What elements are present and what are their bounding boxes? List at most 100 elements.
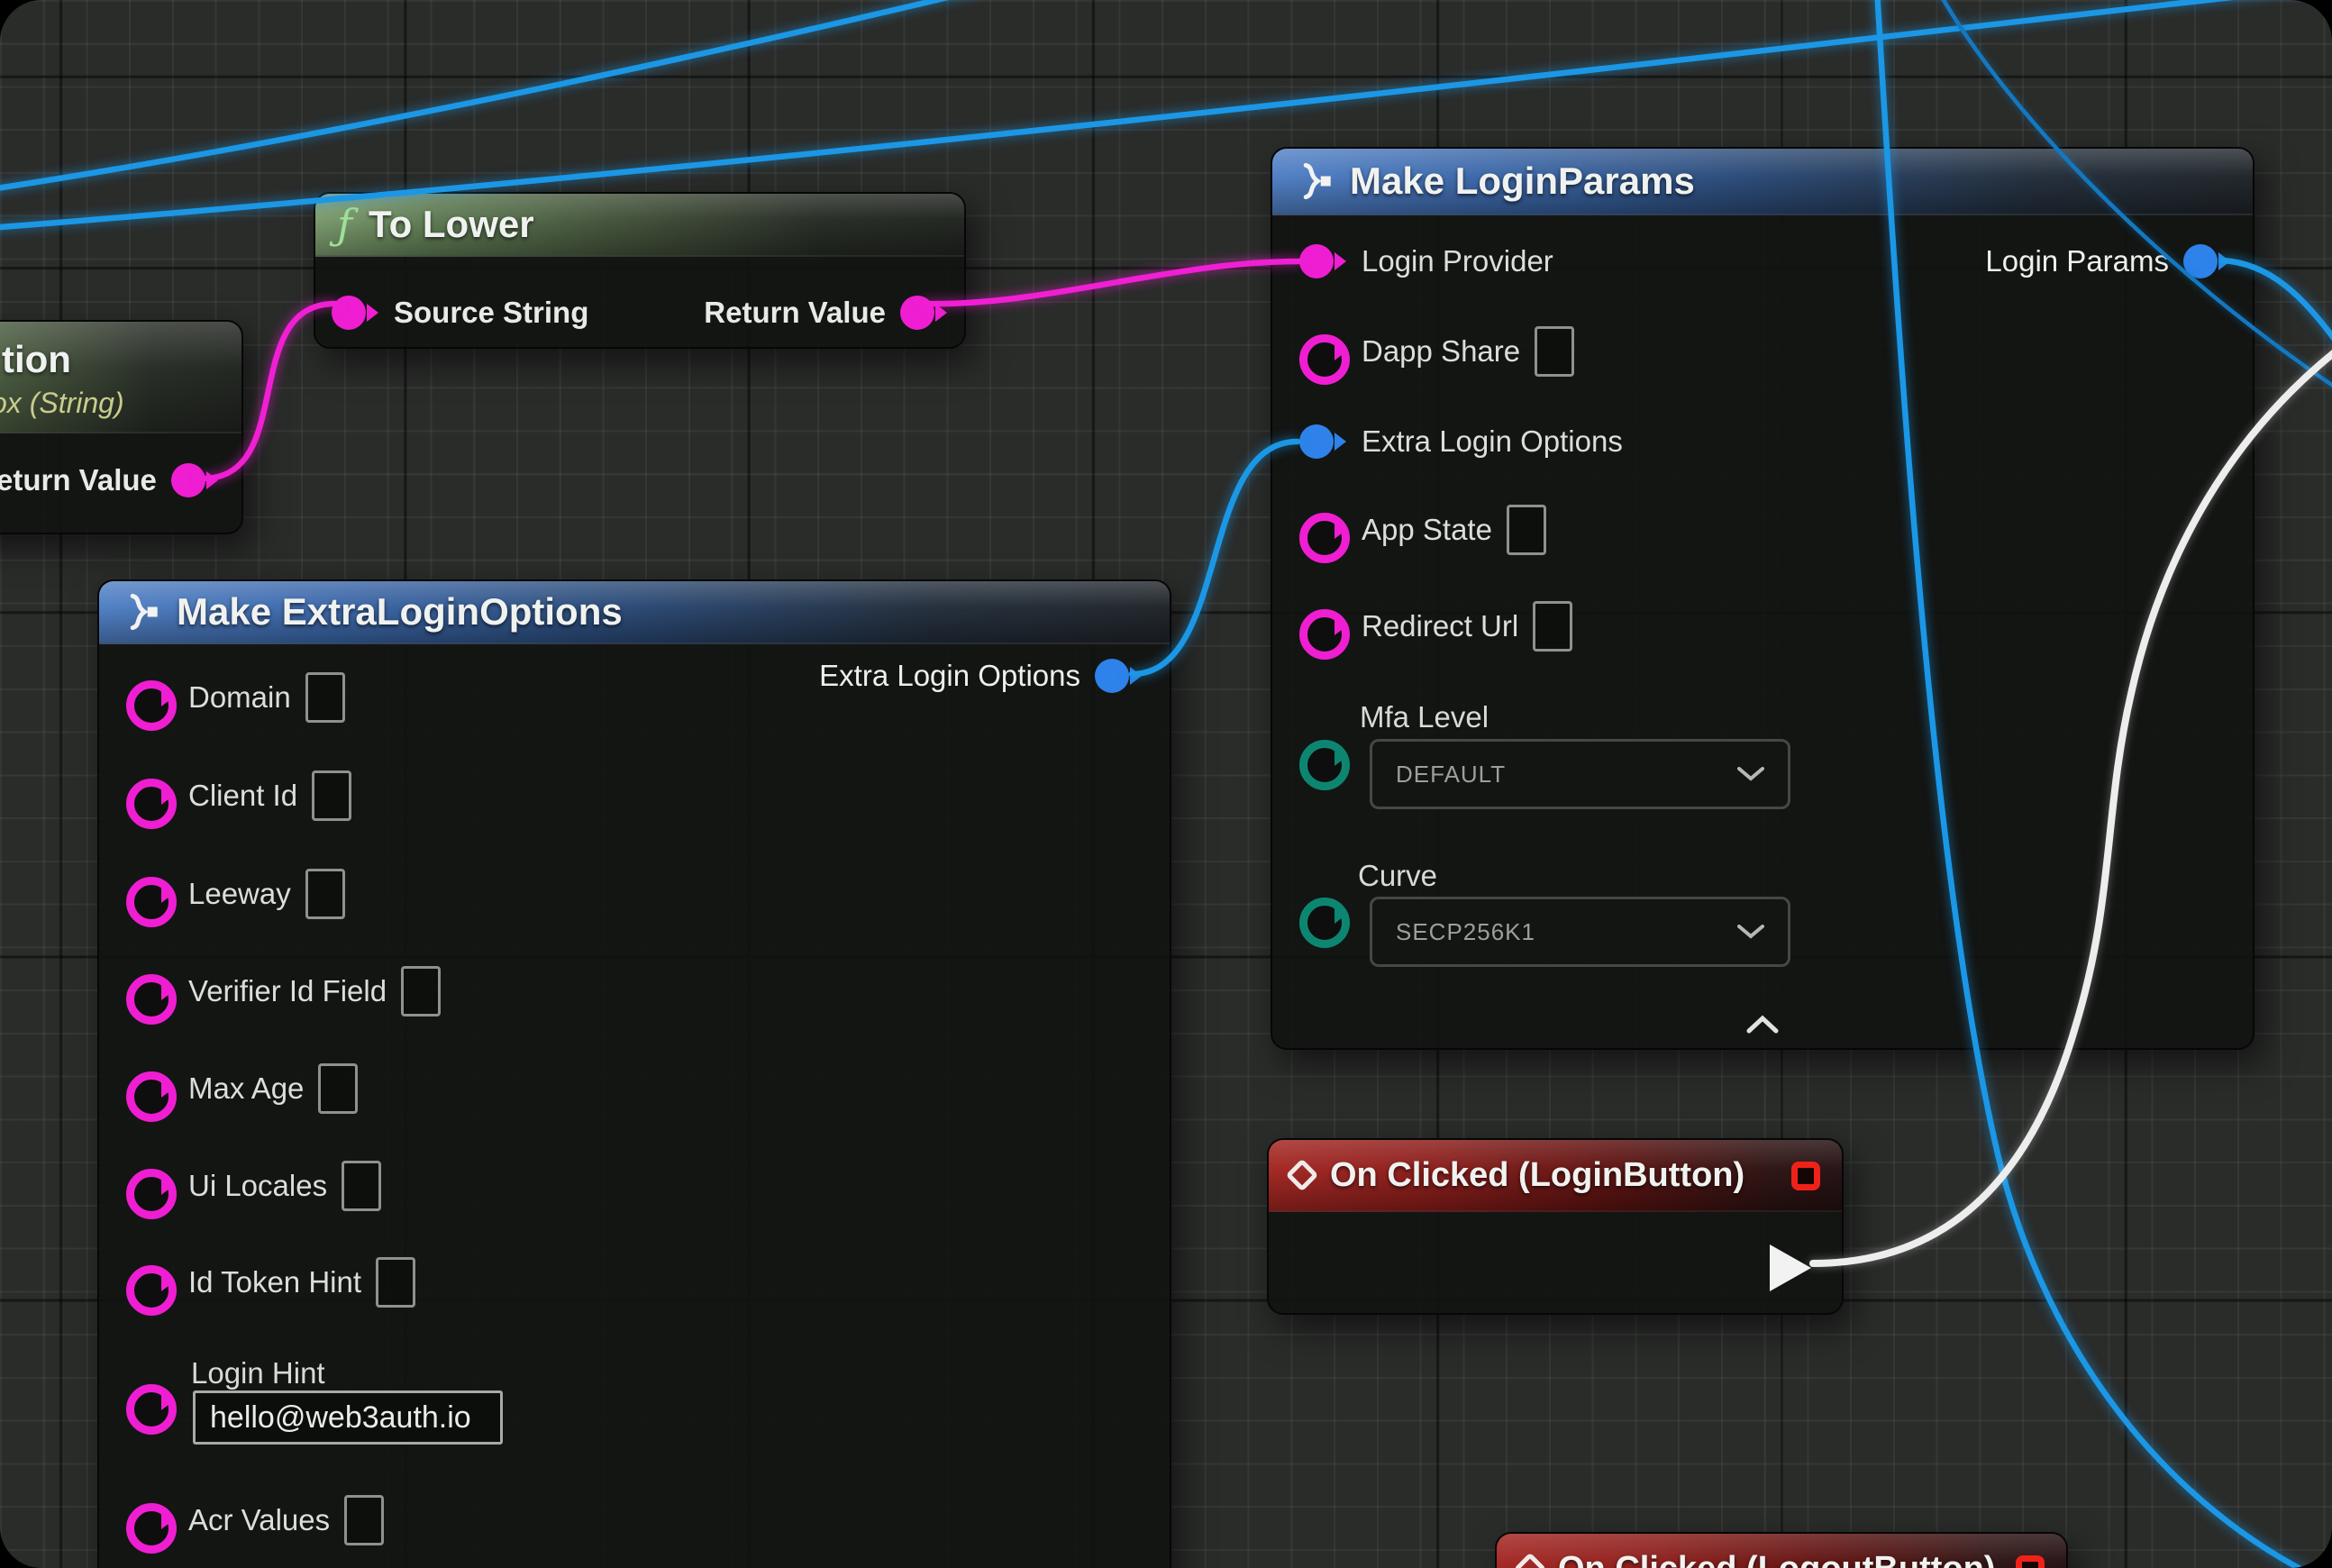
pin-row-app-state: App State (1299, 501, 1546, 559)
pin-row-login-provider: Login Provider (1299, 232, 1553, 290)
acr-values-value-box[interactable] (344, 1495, 384, 1545)
pure-function-icon: ƒ (337, 204, 352, 245)
leeway-value-box[interactable] (305, 869, 345, 919)
client-id-label: Client Id (188, 779, 297, 813)
pin-row-client-id: Client Id (126, 767, 351, 825)
login-hint-input[interactable]: hello@web3auth.io (193, 1390, 503, 1445)
exec-output-pin[interactable] (1770, 1244, 1811, 1291)
app-state-pin[interactable] (1299, 513, 1347, 547)
make-extra-login-options-title: Make ExtraLoginOptions (177, 590, 623, 634)
delegate-output-pin[interactable] (2016, 1555, 2045, 1568)
login-params-output-pin[interactable] (2183, 244, 2231, 278)
curve-value: SECP256K1 (1396, 918, 1535, 946)
string-output-pin[interactable] (171, 463, 219, 497)
max-age-value-box[interactable] (318, 1063, 358, 1114)
redirect-url-label: Redirect Url (1362, 609, 1518, 643)
wire-tolower-to-loginprovider[interactable] (925, 261, 1299, 304)
curve-pin[interactable] (1299, 898, 1347, 932)
to-lower-title: To Lower (369, 203, 534, 246)
leeway-label: Leeway (188, 877, 291, 911)
ui-locales-value-box[interactable] (342, 1161, 381, 1211)
node-on-clicked-login-button[interactable]: On Clicked (LoginButton) (1267, 1138, 1844, 1315)
acr-values-label: Acr Values (188, 1503, 330, 1537)
collapse-node-button[interactable] (1744, 1015, 1781, 1039)
chevron-down-icon (1737, 767, 1764, 781)
on-clicked-logout-header[interactable]: On Clicked (LogoutButton) (1497, 1534, 2066, 1568)
pin-row-acr-values: Acr Values (126, 1491, 384, 1549)
on-clicked-login-header[interactable]: On Clicked (LoginButton) (1269, 1140, 1842, 1212)
login-hint-label: Login Hint (191, 1356, 325, 1390)
node-partial-title-fragment: tion (2, 338, 71, 381)
mfa-level-dropdown[interactable]: DEFAULT (1370, 739, 1790, 809)
event-diamond-icon (1286, 1159, 1319, 1192)
return-value-label: Return Value (704, 296, 886, 330)
node-on-clicked-logout-button[interactable]: On Clicked (LogoutButton) (1495, 1532, 2068, 1568)
client-id-value-box[interactable] (312, 770, 351, 821)
pin-row-dapp-share: Dapp Share (1299, 323, 1574, 380)
id-token-hint-value-box[interactable] (376, 1257, 415, 1308)
login-provider-label: Login Provider (1362, 244, 1553, 278)
make-login-params-header[interactable]: Make LoginParams (1272, 149, 2253, 215)
pin-row-domain: Domain (126, 669, 345, 726)
event-diamond-icon (1514, 1553, 1547, 1568)
verifier-id-field-label: Verifier Id Field (188, 974, 387, 1008)
node-partial-string-source[interactable]: tion ox (String) eturn Value (0, 320, 243, 534)
chevron-up-icon (1744, 1015, 1781, 1035)
redirect-url-pin[interactable] (1299, 609, 1347, 643)
app-state-value-box[interactable] (1507, 505, 1546, 555)
login-hint-pin[interactable] (126, 1384, 174, 1418)
wire-background-blue-a[interactable] (0, 0, 982, 189)
max-age-label: Max Age (188, 1071, 304, 1106)
extra-login-options-input-pin[interactable] (1299, 424, 1347, 459)
acr-values-pin[interactable] (126, 1503, 174, 1537)
domain-value-box[interactable] (305, 672, 345, 723)
extra-login-options-output-label: Extra Login Options (819, 659, 1080, 693)
source-string-pin[interactable] (332, 296, 379, 330)
curve-dropdown[interactable]: SECP256K1 (1370, 897, 1790, 967)
verifier-id-field-pin[interactable] (126, 974, 174, 1008)
verifier-id-field-value-box[interactable] (401, 966, 441, 1016)
pin-row-redirect-url: Redirect Url (1299, 597, 1572, 655)
login-provider-pin[interactable] (1299, 244, 1347, 278)
node-to-lower[interactable]: ƒ To Lower Source String Return Value (314, 192, 966, 349)
delegate-output-pin[interactable] (1791, 1162, 1820, 1190)
extra-login-options-output-row: Extra Login Options (819, 647, 1143, 705)
dapp-share-pin[interactable] (1299, 334, 1347, 369)
make-extra-login-options-header[interactable]: Make ExtraLoginOptions (99, 581, 1170, 644)
to-lower-header[interactable]: ƒ To Lower (315, 194, 964, 257)
pin-row-extra-login-options-in: Extra Login Options (1299, 413, 1623, 470)
pin-row-verifier-id-field: Verifier Id Field (126, 962, 441, 1020)
client-id-pin[interactable] (126, 779, 174, 813)
domain-label: Domain (188, 680, 291, 715)
make-struct-icon (121, 592, 160, 632)
max-age-pin[interactable] (126, 1071, 174, 1106)
extra-login-options-output-pin[interactable] (1095, 659, 1143, 693)
pin-row-ui-locales: Ui Locales (126, 1157, 381, 1215)
login-params-output-label: Login Params (1985, 244, 2169, 278)
mfa-level-pin[interactable] (1299, 740, 1347, 774)
pin-row-max-age: Max Age (126, 1060, 358, 1117)
leeway-pin[interactable] (126, 877, 174, 911)
login-params-output-row: Login Params (1985, 232, 2231, 290)
ui-locales-label: Ui Locales (188, 1169, 327, 1203)
return-value-row: Return Value (704, 284, 948, 342)
ui-locales-pin[interactable] (126, 1169, 174, 1203)
domain-pin[interactable] (126, 680, 174, 715)
pin-row-id-token-hint: Id Token Hint (126, 1253, 415, 1311)
mfa-level-value: DEFAULT (1396, 761, 1506, 789)
dapp-share-label: Dapp Share (1362, 334, 1520, 369)
id-token-hint-pin[interactable] (126, 1265, 174, 1299)
node-make-extra-login-options[interactable]: Make ExtraLoginOptions Extra Login Optio… (97, 579, 1171, 1568)
dapp-share-value-box[interactable] (1535, 326, 1574, 377)
mfa-level-label: Mfa Level (1360, 700, 1489, 734)
node-make-login-params[interactable]: Make LoginParams Login Params Login Prov… (1271, 147, 2255, 1050)
redirect-url-value-box[interactable] (1533, 601, 1572, 652)
return-value-pin[interactable] (900, 296, 948, 330)
pin-row-leeway: Leeway (126, 865, 345, 923)
source-string-label: Source String (394, 296, 588, 330)
node-partial-subtitle-fragment: ox (String) (0, 387, 124, 420)
blueprint-graph-canvas[interactable]: tion ox (String) eturn Value ƒ To Lower … (0, 0, 2332, 1568)
source-string-row: Source String (332, 284, 588, 342)
curve-label: Curve (1358, 859, 1437, 893)
chevron-down-icon (1737, 925, 1764, 939)
